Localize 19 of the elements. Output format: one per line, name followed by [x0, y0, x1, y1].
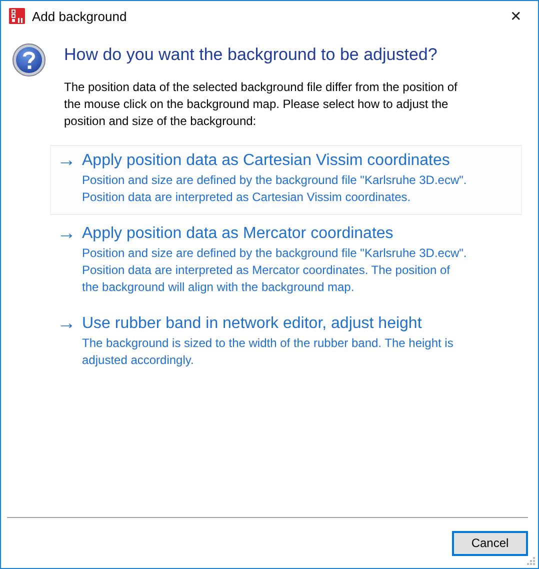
question-icon	[12, 43, 46, 77]
arrow-icon: →	[57, 223, 76, 296]
app-icon	[9, 8, 25, 24]
window-title: Add background	[32, 8, 128, 24]
option-description: The background is sized to the width of the rubber band. The height is adjusted accordingly.	[82, 335, 454, 369]
command-link[interactable]: → Use rubber band in network editor, adjust height The background is sized to the width of the rubber band. The height is adjusted accordingly.	[50, 308, 522, 378]
arrow-icon: →	[57, 150, 76, 206]
dialog-heading: How do you want the background to be adjusted?	[64, 45, 438, 65]
option-description: Position and size are defined by the background file "Karlsruhe 3D.ecw". Position data are interpreted as Cartesian Vissim coordinates.	[82, 172, 467, 206]
arrow-icon: →	[57, 313, 76, 369]
cancel-button[interactable]: Cancel	[452, 530, 528, 556]
instruction-text: The position data of the selected background file differ from the position of the mouse click on the background map. Please select how to adjust the position and size of the background:	[64, 79, 458, 130]
command-link[interactable]: → Apply position data as Cartesian Vissim coordinates Position and size are defined by the background file "Karlsruhe 3D.ecw". Position data are interpreted as Cartesian Vissim coordinates.	[50, 145, 522, 215]
close-button[interactable]: ✕	[494, 1, 538, 31]
option-title: Use rubber band in network editor, adjust height	[82, 314, 423, 334]
option-title: Apply position data as Cartesian Vissim coordinates	[82, 151, 451, 171]
option-title: Apply position data as Mercator coordinates	[82, 224, 394, 244]
resize-grip-icon[interactable]	[527, 557, 536, 566]
option-description: Position and size are defined by the background file "Karlsruhe 3D.ecw". Position data are interpreted as Mercator coordinates. The position of the background will align with the background map.	[82, 245, 467, 296]
